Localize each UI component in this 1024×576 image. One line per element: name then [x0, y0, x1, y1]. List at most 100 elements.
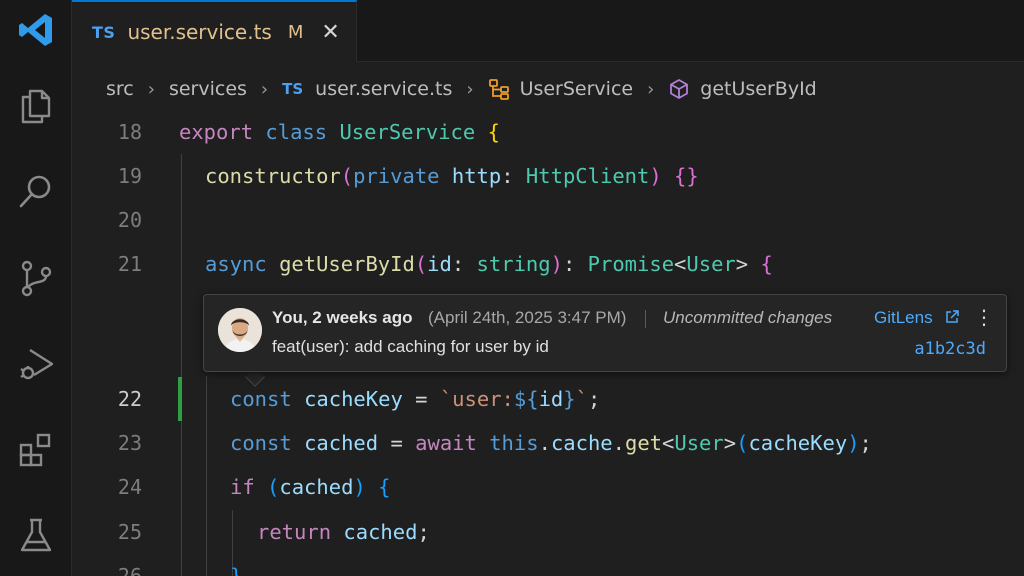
code-token: ${ [513, 387, 539, 411]
code-text: return cached; [257, 520, 430, 544]
source-control-icon[interactable] [12, 254, 60, 302]
code-token: cache [550, 431, 613, 455]
code-token: ` [575, 387, 588, 411]
code-token: ( [267, 475, 280, 499]
code-line[interactable]: 19 constructor(private http: HttpClient) … [72, 154, 1024, 198]
code-token: > [723, 431, 737, 455]
code-text: export class UserService { [179, 120, 500, 144]
code-line[interactable]: 20 [72, 198, 1024, 242]
chevron-right-icon: › [647, 78, 655, 100]
code-token: User [674, 431, 724, 455]
code-token: < [662, 431, 675, 455]
code-token: { [487, 120, 500, 144]
code-token: export [179, 120, 254, 144]
blame-status: Uncommitted changes [663, 308, 833, 327]
line-number: 25 [117, 520, 142, 544]
code-token: } [563, 387, 576, 411]
code-token: UserService [339, 120, 476, 144]
search-icon[interactable] [12, 168, 60, 216]
code-token: ( [414, 252, 428, 276]
close-icon[interactable]: ✕ [321, 20, 339, 45]
code-text: const cacheKey = `user:${id}`; [230, 387, 600, 411]
code-token: ) [550, 252, 563, 276]
code-token: this [489, 431, 539, 455]
explorer-files-icon[interactable] [12, 82, 60, 130]
code-token: id [538, 387, 564, 411]
divider [645, 310, 646, 328]
typescript-file-icon: TS [92, 22, 116, 42]
code-line[interactable]: 21 async getUserById(id: string): Promise… [72, 242, 1024, 286]
code-token: const [230, 431, 292, 455]
commit-hash-link[interactable]: a1b2c3d [914, 339, 986, 359]
tab-user-service[interactable]: TS user.service.ts M ✕ [72, 0, 357, 62]
gitlens-blame-hover: You, 2 weeks ago (April 24th, 2025 3:47 … [203, 294, 1007, 372]
tab-bar: TS user.service.ts M ✕ [72, 0, 1024, 62]
more-actions-icon[interactable]: ⋮ [974, 305, 994, 329]
breadcrumb-src[interactable]: src [106, 78, 134, 100]
code-line[interactable]: 26} [72, 554, 1024, 576]
tab-filename: user.service.ts [127, 20, 272, 44]
code-text: if (cached) { [230, 475, 390, 499]
code-token: } [230, 564, 243, 576]
code-token: class [265, 120, 328, 144]
extensions-icon[interactable] [12, 426, 60, 474]
code-line[interactable]: 24 if (cached) { [72, 465, 1024, 509]
method-symbol-icon [668, 78, 690, 100]
code-token: > [735, 252, 761, 276]
code-token: Promise [587, 252, 675, 276]
breadcrumb-method[interactable]: getUserById [700, 78, 816, 100]
code-token: return [257, 520, 332, 544]
code-line[interactable]: 25 return cached; [72, 510, 1024, 554]
code-token: ( [736, 431, 749, 455]
code-token: if [230, 475, 255, 499]
breadcrumb-class[interactable]: UserService [520, 78, 634, 100]
code-token: {} [674, 164, 699, 188]
code-token: constructor [205, 164, 341, 188]
line-number: 26 [117, 564, 142, 576]
code-token: id [427, 252, 452, 276]
code-token: get [625, 431, 663, 455]
line-number: 20 [117, 208, 142, 232]
code-token: : [451, 252, 477, 276]
code-token: HttpClient [525, 164, 650, 188]
code-token: ) [847, 431, 860, 455]
code-token: getUserById [279, 252, 415, 276]
code-token: ) [649, 164, 662, 188]
activity-bar [0, 0, 72, 576]
line-number: 21 [117, 252, 142, 276]
code-token: : [562, 252, 588, 276]
code-line[interactable]: 22 const cacheKey = `user:${id}`; [72, 377, 1024, 421]
code-token: const [230, 387, 292, 411]
code-token: ; [859, 431, 872, 455]
code-token: `user: [439, 387, 514, 411]
chevron-right-icon: › [260, 78, 269, 100]
breadcrumb-file[interactable]: user.service.ts [315, 78, 452, 100]
code-line[interactable]: 23 const cached = await this.cache.get<Us… [72, 421, 1024, 465]
blame-date: (April 24th, 2025 3:47 PM) [428, 308, 627, 327]
code-token: string [476, 252, 551, 276]
code-token: . [612, 431, 625, 455]
external-link-icon[interactable] [944, 309, 960, 325]
line-number: 18 [117, 120, 142, 144]
code-token: ( [340, 164, 354, 188]
chevron-right-icon: › [147, 78, 155, 100]
code-token: async [205, 252, 267, 276]
line-number: 22 [117, 387, 142, 411]
breadcrumb-services[interactable]: services [169, 78, 247, 100]
code-token: http [451, 164, 502, 188]
testing-flask-icon[interactable] [12, 512, 60, 560]
typescript-file-icon: TS [282, 80, 304, 98]
code-line[interactable]: 18 export class UserService { [72, 110, 1024, 154]
gitlens-link[interactable]: GitLens [874, 308, 933, 328]
modified-badge: M [287, 21, 304, 43]
chevron-right-icon: › [466, 78, 474, 100]
run-debug-icon[interactable] [12, 340, 60, 388]
code-token: cacheKey [304, 387, 403, 411]
code-token: { [378, 475, 391, 499]
